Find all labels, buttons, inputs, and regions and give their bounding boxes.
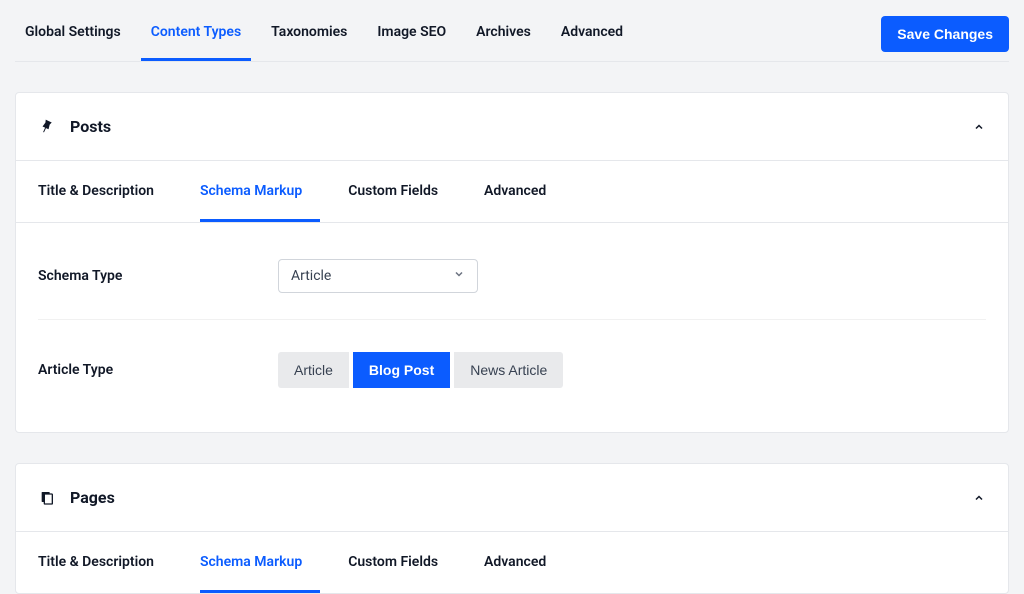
- tab-image-seo[interactable]: Image SEO: [367, 6, 456, 61]
- pages-subtab-schema[interactable]: Schema Markup: [200, 532, 320, 593]
- posts-subtab-advanced[interactable]: Advanced: [484, 161, 564, 222]
- panel-pages: Pages Title & Description Schema Markup …: [15, 463, 1009, 594]
- top-nav: Global Settings Content Types Taxonomies…: [15, 6, 633, 61]
- panel-pages-header[interactable]: Pages: [16, 464, 1008, 531]
- pages-icon: [38, 490, 56, 506]
- posts-subtab-title-desc[interactable]: Title & Description: [38, 161, 172, 222]
- tab-advanced[interactable]: Advanced: [551, 6, 633, 61]
- pages-subtab-title-desc[interactable]: Title & Description: [38, 532, 172, 593]
- tab-taxonomies[interactable]: Taxonomies: [261, 6, 357, 61]
- posts-subtabs: Title & Description Schema Markup Custom…: [16, 161, 1008, 222]
- chevron-up-icon: [972, 120, 986, 134]
- posts-subtab-schema[interactable]: Schema Markup: [200, 161, 320, 222]
- posts-subtab-custom-fields[interactable]: Custom Fields: [348, 161, 456, 222]
- panel-posts: Posts Title & Description Schema Markup …: [15, 92, 1009, 433]
- article-type-article[interactable]: Article: [278, 352, 349, 388]
- schema-type-value: Article: [291, 268, 331, 284]
- pages-subtabs: Title & Description Schema Markup Custom…: [16, 532, 1008, 593]
- pages-subtab-advanced[interactable]: Advanced: [484, 532, 564, 593]
- article-type-blog-post[interactable]: Blog Post: [353, 352, 450, 388]
- tab-global-settings[interactable]: Global Settings: [15, 6, 131, 61]
- pages-subtab-custom-fields[interactable]: Custom Fields: [348, 532, 456, 593]
- article-type-segmented: Article Blog Post News Article: [278, 352, 563, 388]
- chevron-up-icon: [972, 491, 986, 505]
- panel-posts-header[interactable]: Posts: [16, 93, 1008, 160]
- schema-type-label: Schema Type: [38, 268, 278, 284]
- pin-icon: [38, 119, 56, 135]
- article-type-news-article[interactable]: News Article: [454, 352, 563, 388]
- article-type-label: Article Type: [38, 362, 278, 378]
- tab-content-types[interactable]: Content Types: [141, 6, 251, 61]
- schema-type-select[interactable]: Article: [278, 259, 478, 293]
- panel-pages-title: Pages: [70, 488, 972, 507]
- save-button[interactable]: Save Changes: [881, 16, 1009, 52]
- tab-archives[interactable]: Archives: [466, 6, 541, 61]
- chevron-down-icon: [453, 268, 465, 284]
- panel-posts-title: Posts: [70, 117, 972, 136]
